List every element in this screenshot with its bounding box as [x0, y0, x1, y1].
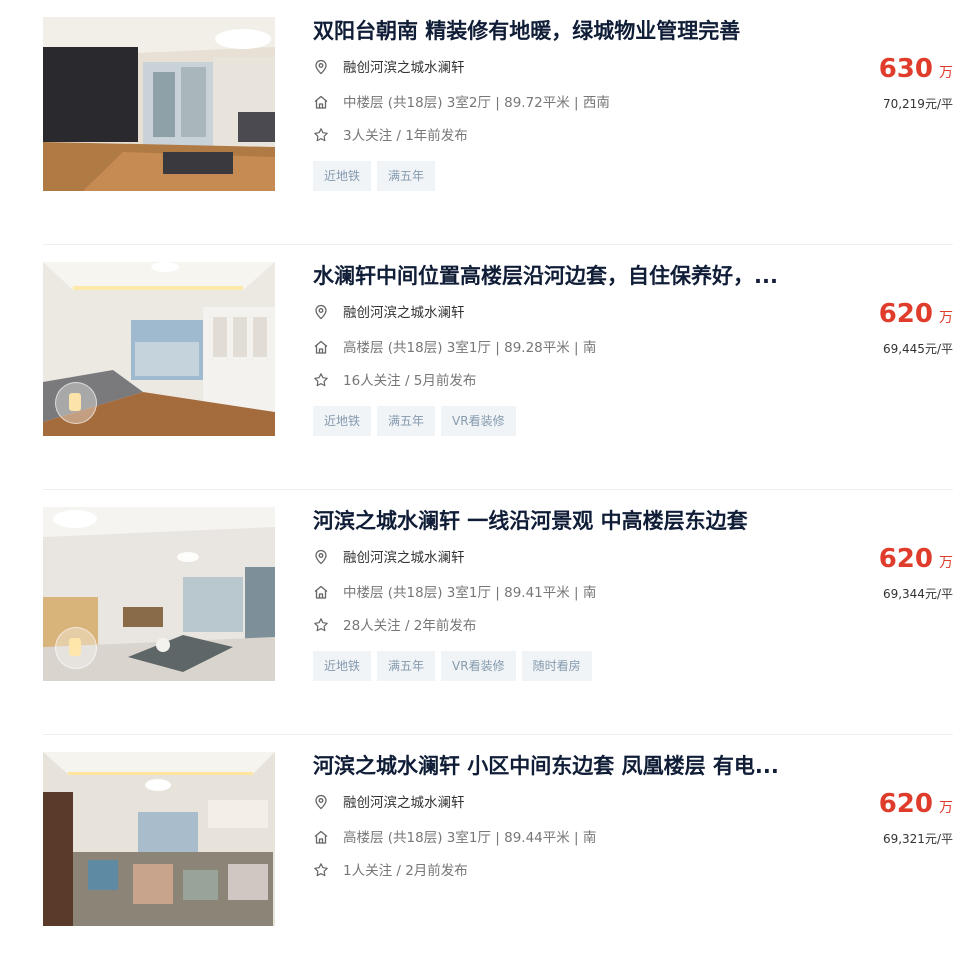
star-icon — [313, 862, 329, 878]
price-value: 620 — [878, 299, 933, 329]
total-price: 620 万 — [879, 789, 953, 819]
tag: 随时看房 — [521, 651, 592, 681]
listing-title[interactable]: 双阳台朝南 精装修有地暖，绿城物业管理完善 — [313, 16, 833, 46]
listing-follow-info: 1人关注 / 2月前发布 — [313, 861, 468, 881]
follow-info-text: 28人关注 / 2年前发布 — [343, 618, 477, 634]
listing-house-info: 高楼层 (共18层) 3室1厅 | 89.44平米 | 南 — [313, 828, 596, 848]
total-price: 620 万 — [879, 544, 953, 574]
listing-item[interactable]: 双阳台朝南 精装修有地暖，绿城物业管理完善 融创河滨之城水澜轩 中楼层 (共18… — [43, 17, 953, 244]
tag: VR看装修 — [441, 406, 516, 436]
listing-follow-info: 16人关注 / 5月前发布 — [313, 371, 476, 391]
price-value: 620 — [878, 789, 933, 819]
listing-community[interactable]: 融创河滨之城水澜轩 — [313, 303, 465, 323]
listing-title[interactable]: 水澜轩中间位置高楼层沿河边套，自住保养好，... — [313, 261, 833, 291]
listing-tags: 近地铁 满五年 VR看装修 — [313, 406, 522, 436]
community-name[interactable]: 融创河滨之城水澜轩 — [343, 550, 465, 566]
price-unit: 万 — [939, 800, 953, 816]
listing-photo[interactable] — [43, 752, 275, 926]
tag: VR看装修 — [441, 651, 516, 681]
price-value: 620 — [878, 544, 933, 574]
location-pin-icon — [313, 794, 329, 810]
listing-item[interactable]: 河滨之城水澜轩 一线沿河景观 中高楼层东边套 融创河滨之城水澜轩 中楼层 (共1… — [43, 489, 953, 734]
listing-photo[interactable] — [43, 262, 275, 436]
price-unit: 万 — [939, 65, 953, 81]
listing-follow-info: 28人关注 / 2年前发布 — [313, 616, 476, 636]
unit-price: 69,445元/平 — [882, 342, 953, 356]
price-value: 630 — [878, 54, 933, 84]
house-info-text: 高楼层 (共18层) 3室1厅 | 89.28平米 | 南 — [343, 340, 597, 356]
listing-photo[interactable] — [43, 17, 275, 191]
total-price: 620 万 — [879, 299, 953, 329]
star-icon — [313, 127, 329, 143]
listing-community[interactable]: 融创河滨之城水澜轩 — [313, 58, 465, 78]
house-icon — [313, 829, 329, 845]
listing-house-info: 中楼层 (共18层) 3室2厅 | 89.72平米 | 西南 — [313, 93, 610, 113]
house-icon — [313, 94, 329, 110]
listing-item[interactable]: 水澜轩中间位置高楼层沿河边套，自住保养好，... 融创河滨之城水澜轩 高楼层 (… — [43, 244, 953, 489]
listing-tags: 近地铁 满五年 VR看装修 随时看房 — [313, 651, 598, 681]
vr-badge-icon[interactable] — [55, 382, 97, 424]
listing-photo[interactable] — [43, 507, 275, 681]
price-unit: 万 — [939, 310, 953, 326]
tag: 满五年 — [377, 406, 436, 436]
house-info-text: 中楼层 (共18层) 3室2厅 | 89.72平米 | 西南 — [343, 95, 610, 111]
house-info-text: 高楼层 (共18层) 3室1厅 | 89.44平米 | 南 — [343, 830, 597, 846]
community-name[interactable]: 融创河滨之城水澜轩 — [343, 60, 465, 76]
listing-item[interactable]: 河滨之城水澜轩 小区中间东边套 凤凰楼层 有电... 融创河滨之城水澜轩 高楼层… — [43, 734, 953, 979]
listing-title[interactable]: 河滨之城水澜轩 一线沿河景观 中高楼层东边套 — [313, 506, 833, 536]
price-unit: 万 — [939, 555, 953, 571]
listing-community[interactable]: 融创河滨之城水澜轩 — [313, 548, 465, 568]
tag: 近地铁 — [313, 651, 372, 681]
community-name[interactable]: 融创河滨之城水澜轩 — [343, 305, 465, 321]
tag: 满五年 — [377, 651, 436, 681]
star-icon — [313, 617, 329, 633]
house-info-text: 中楼层 (共18层) 3室1厅 | 89.41平米 | 南 — [343, 585, 597, 601]
location-pin-icon — [313, 304, 329, 320]
listing-list: 双阳台朝南 精装修有地暖，绿城物业管理完善 融创河滨之城水澜轩 中楼层 (共18… — [0, 0, 980, 926]
listing-title[interactable]: 河滨之城水澜轩 小区中间东边套 凤凰楼层 有电... — [313, 751, 833, 781]
community-name[interactable]: 融创河滨之城水澜轩 — [343, 795, 465, 811]
follow-info-text: 3人关注 / 1年前发布 — [343, 128, 468, 144]
listing-follow-info: 3人关注 / 1年前发布 — [313, 126, 468, 146]
follow-info-text: 16人关注 / 5月前发布 — [343, 373, 477, 389]
unit-price: 69,321元/平 — [882, 832, 953, 846]
house-icon — [313, 339, 329, 355]
unit-price: 70,219元/平 — [882, 97, 953, 111]
listing-tags: 近地铁 满五年 — [313, 161, 441, 191]
follow-info-text: 1人关注 / 2月前发布 — [343, 863, 468, 879]
listing-house-info: 中楼层 (共18层) 3室1厅 | 89.41平米 | 南 — [313, 583, 596, 603]
unit-price: 69,344元/平 — [882, 587, 953, 601]
house-icon — [313, 584, 329, 600]
tag: 满五年 — [377, 161, 436, 191]
listing-house-info: 高楼层 (共18层) 3室1厅 | 89.28平米 | 南 — [313, 338, 596, 358]
tag: 近地铁 — [313, 161, 372, 191]
tag: 近地铁 — [313, 406, 372, 436]
vr-badge-icon[interactable] — [55, 627, 97, 669]
total-price: 630 万 — [879, 54, 953, 84]
star-icon — [313, 372, 329, 388]
listing-community[interactable]: 融创河滨之城水澜轩 — [313, 793, 465, 813]
location-pin-icon — [313, 549, 329, 565]
location-pin-icon — [313, 59, 329, 75]
